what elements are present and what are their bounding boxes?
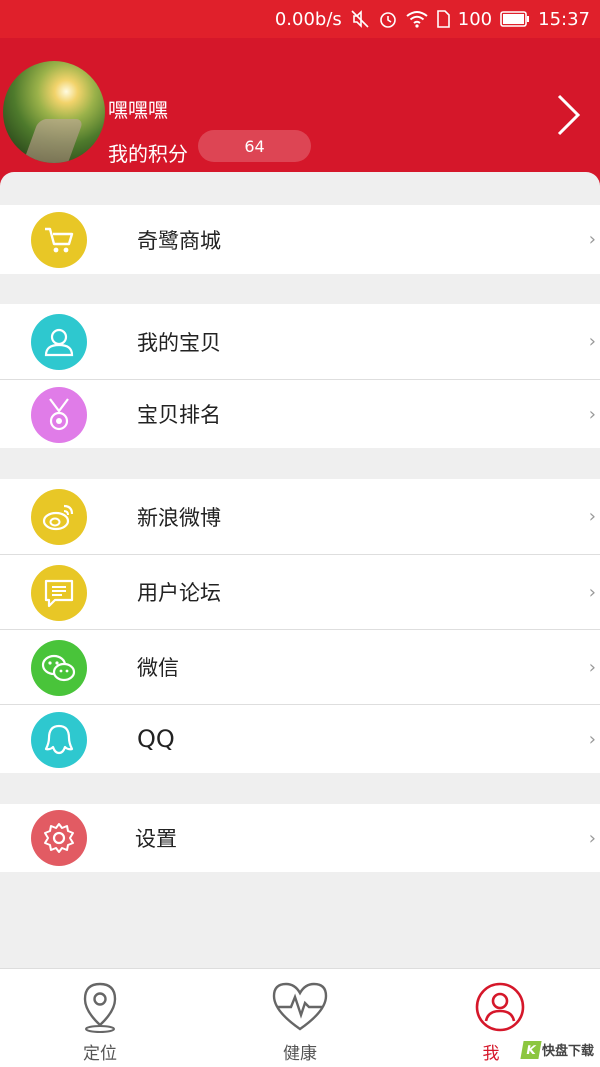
battery-icon xyxy=(500,11,530,27)
alarm-icon xyxy=(378,9,398,29)
chevron-right-icon: › xyxy=(588,827,596,849)
username: 嘿嘿嘿 xyxy=(108,98,168,122)
profile-header[interactable]: 嘿嘿嘿 我的积分 64 xyxy=(0,38,600,188)
wechat-icon xyxy=(31,640,87,696)
points-label: 我的积分 xyxy=(108,142,188,166)
forum-icon xyxy=(31,565,87,621)
menu-item-label: 宝贝排名 xyxy=(137,403,221,427)
menu-item-settings[interactable]: 设置 › xyxy=(0,804,600,872)
user-icon xyxy=(31,314,87,370)
settings-icon xyxy=(31,810,87,866)
menu-group-shop: 奇鹭商城 › xyxy=(0,205,600,274)
medal-icon xyxy=(31,387,87,443)
chevron-right-icon: › xyxy=(588,728,596,750)
weibo-icon xyxy=(31,489,87,545)
menu-group-settings: 设置 › xyxy=(0,804,600,872)
menu-item-forum[interactable]: 用户论坛 › xyxy=(0,554,600,629)
mute-icon xyxy=(350,9,370,29)
watermark-k: K xyxy=(520,1040,542,1059)
menu-item-label: 微信 xyxy=(137,656,179,680)
tab-label: 定位 xyxy=(83,1044,117,1064)
sim-icon xyxy=(436,10,450,28)
location-pin-icon xyxy=(83,982,117,1033)
battery-level: 100 xyxy=(457,8,493,30)
chevron-right-icon: › xyxy=(588,656,596,678)
clock: 15:37 xyxy=(538,8,590,30)
chevron-right-icon: › xyxy=(588,403,596,425)
watermark-logo: K 快盘下载 xyxy=(520,1040,594,1059)
menu-item-shop[interactable]: 奇鹭商城 › xyxy=(0,205,600,274)
chevron-right-icon: › xyxy=(588,581,596,603)
profile-icon xyxy=(475,982,525,1032)
qq-icon xyxy=(31,712,87,768)
menu-group-social: 新浪微博 › 用户论坛 › 微信 › QQ › xyxy=(0,479,600,773)
menu-group-baby: 我的宝贝 › 宝贝排名 › xyxy=(0,304,600,448)
menu-item-label: 奇鹭商城 xyxy=(137,228,221,253)
status-bar: 0.00b/s 100 15:37 xyxy=(0,0,600,38)
avatar[interactable] xyxy=(3,61,105,163)
points-badge: 64 xyxy=(198,130,311,162)
tab-label: 我 xyxy=(482,1044,500,1064)
menu-item-label: QQ xyxy=(137,725,175,753)
menu-item-baby-ranking[interactable]: 宝贝排名 › xyxy=(0,379,600,448)
menu-item-label: 新浪微博 xyxy=(137,505,221,530)
chevron-right-icon: › xyxy=(588,229,596,250)
menu-item-label: 设置 xyxy=(135,827,177,851)
menu-item-label: 用户论坛 xyxy=(137,581,221,605)
bottom-tab-bar: 定位 健康 我 K 快盘下载 xyxy=(0,968,600,1067)
chevron-right-icon: › xyxy=(588,506,596,527)
menu-item-weibo[interactable]: 新浪微博 › xyxy=(0,479,600,554)
tab-location[interactable]: 定位 xyxy=(40,981,160,1064)
wifi-icon xyxy=(406,10,428,28)
tab-health[interactable]: 健康 xyxy=(240,981,360,1064)
chevron-right-icon[interactable] xyxy=(556,93,582,137)
chevron-right-icon: › xyxy=(588,331,596,352)
watermark-text: 快盘下载 xyxy=(541,1044,594,1059)
menu-item-wechat[interactable]: 微信 › xyxy=(0,629,600,704)
tab-label: 健康 xyxy=(283,1044,317,1064)
heart-pulse-icon xyxy=(272,982,328,1031)
menu-item-qq[interactable]: QQ › xyxy=(0,704,600,773)
menu-item-label: 我的宝贝 xyxy=(137,330,221,355)
net-speed: 0.00b/s xyxy=(274,8,342,30)
cart-icon xyxy=(31,212,87,268)
menu-item-my-baby[interactable]: 我的宝贝 › xyxy=(0,304,600,379)
